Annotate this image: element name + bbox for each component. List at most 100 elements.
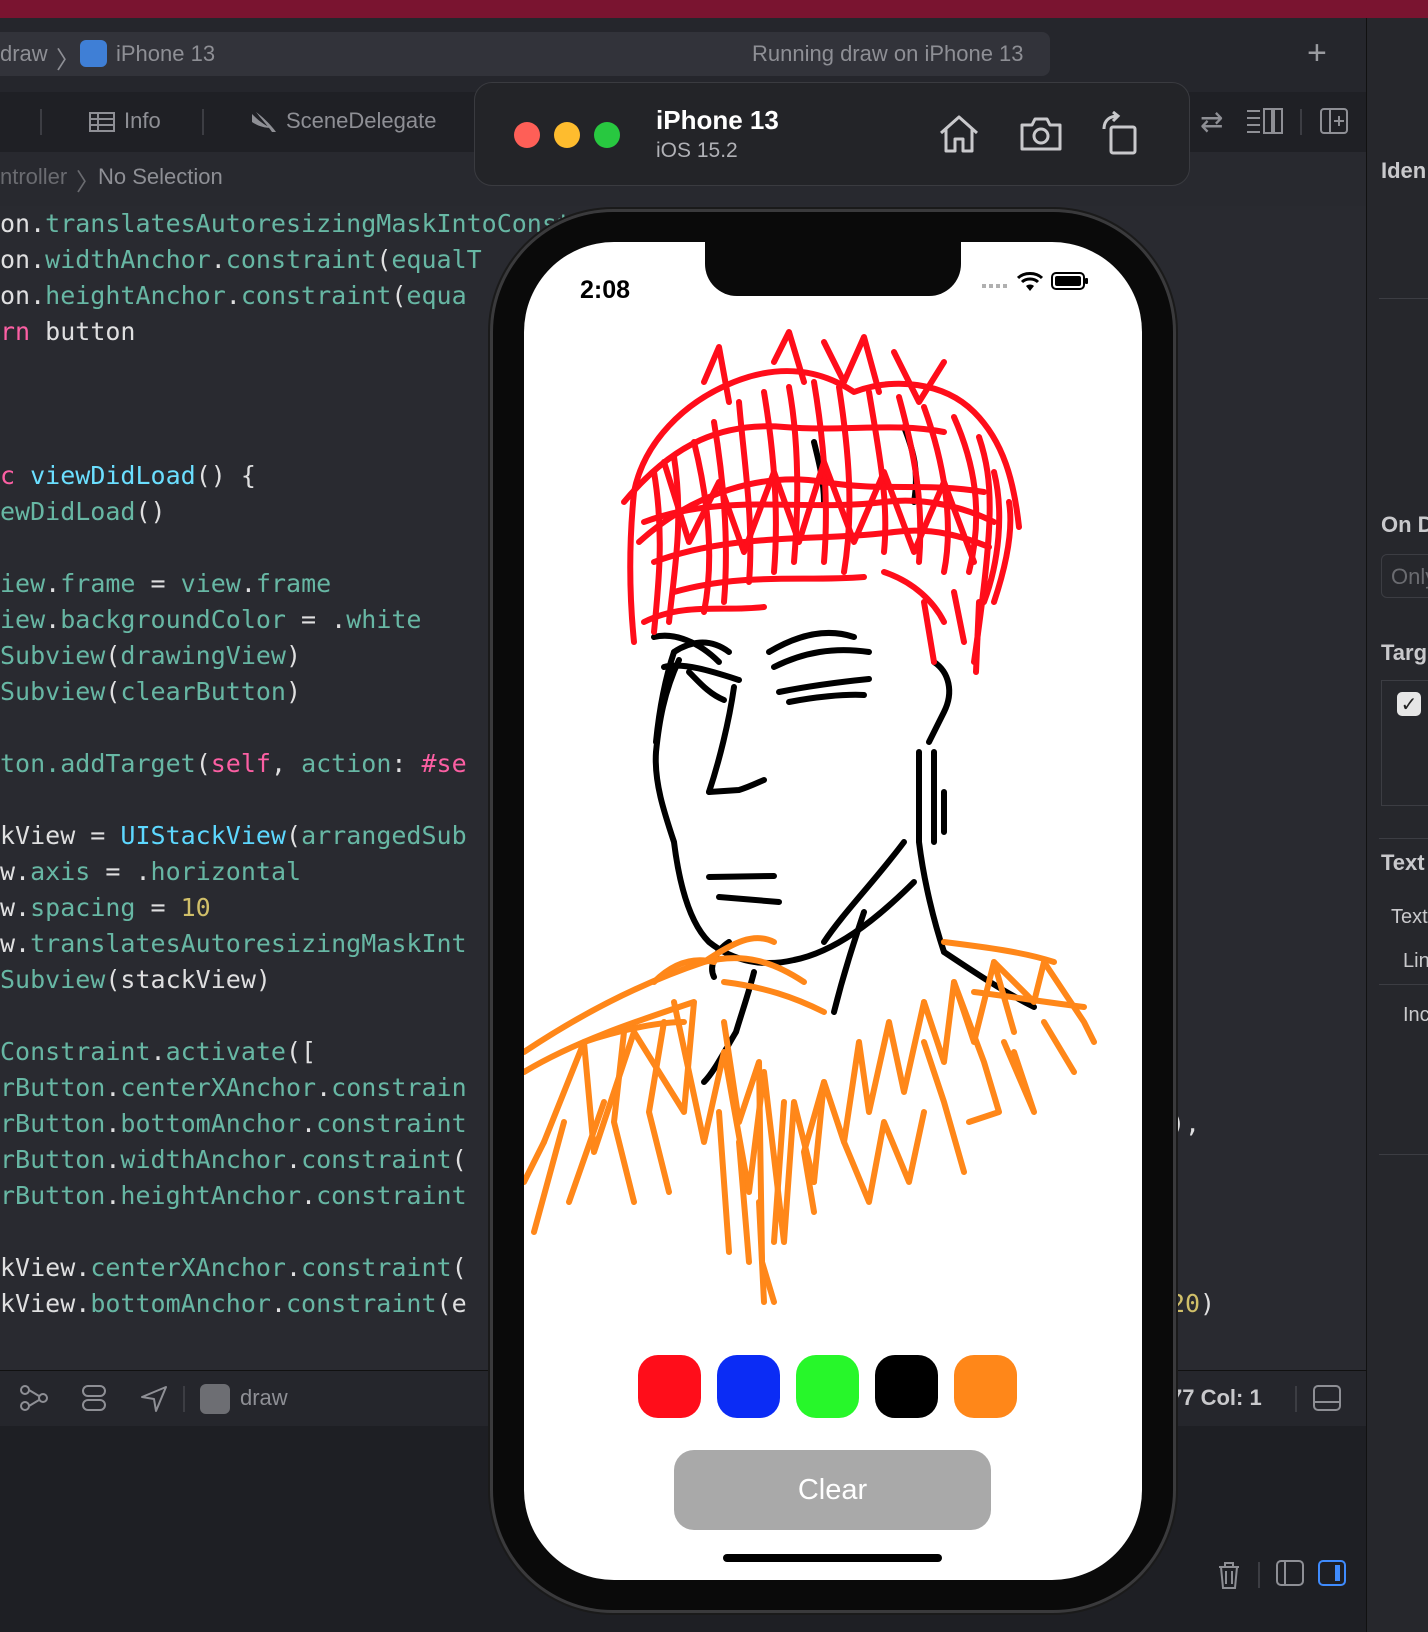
code-token: w. <box>0 929 31 958</box>
notch <box>705 242 961 296</box>
zoom-window-button[interactable] <box>594 122 620 148</box>
swap-arrows-icon[interactable]: ⇄ <box>1200 105 1223 138</box>
code-token: frame <box>255 569 332 598</box>
code-token: . <box>240 569 256 598</box>
code-token: arrangedSub <box>301 821 467 850</box>
left-pane-toggle-icon[interactable] <box>1276 1560 1304 1586</box>
code-token: centerXAnchor <box>90 1253 286 1282</box>
breadcrumb-selection[interactable]: No Selection <box>98 164 223 190</box>
code-token: #se <box>421 749 467 778</box>
code-token: . <box>150 1037 166 1066</box>
code-token: . <box>105 1181 121 1210</box>
target-section-header: Targ <box>1381 640 1428 665</box>
battery-icon <box>1051 272 1088 290</box>
code-token: frame <box>60 569 136 598</box>
target-checkbox[interactable]: ✓ <box>1397 692 1421 716</box>
add-editor-icon[interactable] <box>1320 108 1348 134</box>
divider <box>1258 1562 1260 1588</box>
code-token: kView. <box>0 1253 91 1282</box>
divider <box>1379 838 1428 839</box>
debug-target[interactable]: draw <box>240 1385 288 1411</box>
code-token: widthAnchor <box>120 1145 286 1174</box>
only-field-text: Only <box>1391 564 1428 589</box>
code-token: constraint <box>301 1145 452 1174</box>
code-token: . <box>301 1181 317 1210</box>
code-token: button <box>30 317 136 346</box>
code-token: . <box>285 1253 302 1282</box>
chevron-right-icon: 〉 <box>76 169 100 196</box>
orange-color-button[interactable] <box>954 1355 1017 1418</box>
blue-color-button[interactable] <box>717 1355 780 1418</box>
macos-menu-bar <box>0 0 1428 18</box>
code-token: ) <box>286 641 302 670</box>
scheme-name[interactable]: draw <box>0 41 48 67</box>
green-color-button[interactable] <box>796 1355 859 1418</box>
divider <box>1379 1154 1428 1155</box>
code-token: ( <box>286 821 302 850</box>
code-token: self <box>210 749 271 778</box>
run-destination[interactable]: iPhone 13 <box>116 41 215 67</box>
code-token: . <box>225 281 241 310</box>
code-token: ([ <box>286 1037 317 1066</box>
code-token: backgroundColor <box>60 605 286 634</box>
code-token: . <box>286 1145 302 1174</box>
wifi-icon <box>1017 272 1043 291</box>
code-token: . <box>105 1073 121 1102</box>
tab-info[interactable]: Info <box>124 108 161 134</box>
code-token: UIStackView <box>120 821 286 850</box>
code-token: ( <box>391 281 407 310</box>
simulator-screen[interactable]: 2:08 Clear <box>524 242 1142 1580</box>
minimize-window-button[interactable] <box>554 122 580 148</box>
breadcrumb-controller[interactable]: ntroller <box>0 164 67 190</box>
code-token: kView. <box>0 1289 91 1318</box>
code-token: . <box>270 1289 286 1318</box>
code-token: axis <box>30 857 91 886</box>
rotate-icon[interactable] <box>1098 111 1144 157</box>
code-token: heightAnchor <box>120 1181 302 1210</box>
divider <box>183 1386 185 1412</box>
red-color-button[interactable] <box>638 1355 701 1418</box>
trash-icon[interactable] <box>1216 1560 1242 1590</box>
code-token: clearButton <box>120 677 286 706</box>
hide-debug-area-icon[interactable] <box>1313 1385 1341 1411</box>
on-demand-section-header: On D <box>1381 512 1428 537</box>
iphone-frame: 2:08 Clear <box>493 212 1173 1610</box>
debug-graph-icon[interactable] <box>20 1385 48 1411</box>
home-indicator[interactable] <box>723 1554 942 1562</box>
code-token: constraint <box>225 245 377 274</box>
code-token: 10 <box>180 893 211 922</box>
code-token: on. <box>0 209 46 238</box>
environment-icon[interactable] <box>82 1385 106 1411</box>
right-pane-toggle-icon[interactable] <box>1318 1560 1346 1586</box>
code-token: horizontal <box>150 857 302 886</box>
code-token: spacing <box>30 893 136 922</box>
adjust-editor-icon[interactable] <box>1246 108 1284 134</box>
activity-view: draw 〉 iPhone 13 Running draw on iPhone … <box>0 32 1050 76</box>
close-window-button[interactable] <box>514 122 540 148</box>
code-token: view <box>180 569 241 598</box>
code-token: constraint <box>240 281 392 310</box>
code-token: c <box>0 461 31 490</box>
simulator-os-version: iOS 15.2 <box>656 139 738 162</box>
add-icon[interactable]: + <box>1307 34 1327 73</box>
code-token: equalT <box>391 245 482 274</box>
code-token: widthAnchor <box>45 245 211 274</box>
code-token: bottomAnchor <box>120 1109 302 1138</box>
code-token: action <box>301 749 392 778</box>
location-icon[interactable] <box>140 1385 168 1413</box>
screenshot-camera-icon[interactable] <box>1018 111 1064 157</box>
code-token: ) <box>286 677 302 706</box>
black-color-button[interactable] <box>875 1355 938 1418</box>
code-token: = <box>135 569 181 598</box>
code-token: . <box>301 1109 317 1138</box>
code-token: Subview <box>0 965 106 994</box>
tab-scene-delegate[interactable]: SceneDelegate <box>286 108 436 134</box>
home-icon[interactable] <box>936 111 982 157</box>
code-fragment: ), <box>1170 1109 1201 1138</box>
code-token: bottomAnchor <box>90 1289 271 1318</box>
clear-button[interactable]: Clear <box>674 1450 991 1530</box>
code-token: ewDidLoad <box>0 497 136 526</box>
code-token: rButton <box>0 1073 106 1102</box>
simulator-title-bar: iPhone 13 iOS 15.2 <box>474 82 1190 186</box>
code-token: Subview <box>0 677 106 706</box>
